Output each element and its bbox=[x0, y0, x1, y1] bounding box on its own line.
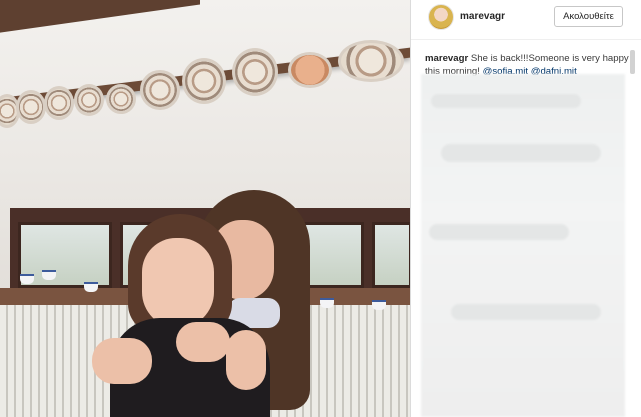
profile-avatar-icon[interactable] bbox=[428, 4, 454, 30]
comments-scrollbar[interactable] bbox=[630, 50, 635, 74]
post-header: marevagr Ακολουθείτε bbox=[411, 0, 641, 40]
photo-cup bbox=[20, 274, 34, 284]
post-username[interactable]: marevagr bbox=[460, 11, 505, 22]
photo-plate bbox=[338, 40, 404, 82]
photo-cup bbox=[42, 270, 56, 280]
blurred-comment bbox=[429, 224, 569, 240]
photo-cup bbox=[320, 298, 334, 308]
caption-username[interactable]: marevagr bbox=[425, 53, 468, 64]
person-arm bbox=[176, 322, 230, 362]
blurred-comment bbox=[441, 144, 601, 162]
photo-cup bbox=[372, 300, 386, 310]
person-arm bbox=[226, 330, 266, 390]
photo-window-pane bbox=[372, 222, 410, 288]
person-left-face bbox=[142, 238, 214, 328]
post-photo[interactable] bbox=[0, 0, 410, 417]
post-side-panel: marevagr Ακολουθείτε marevagr She is bac… bbox=[411, 0, 641, 417]
photo-plate bbox=[140, 70, 180, 110]
photo-plate bbox=[232, 48, 278, 96]
photo-plate bbox=[16, 90, 46, 124]
following-button[interactable]: Ακολουθείτε bbox=[554, 6, 623, 27]
photo-plate bbox=[182, 58, 226, 104]
photo-plate bbox=[288, 52, 332, 88]
photo-plate bbox=[44, 86, 74, 120]
photo-plate bbox=[106, 84, 136, 114]
photo-cup bbox=[84, 282, 98, 292]
blurred-comments-area bbox=[421, 74, 625, 417]
person-arm bbox=[92, 338, 152, 384]
blurred-comment bbox=[431, 94, 581, 108]
blurred-comment bbox=[451, 304, 601, 320]
photo-plate bbox=[74, 84, 104, 116]
